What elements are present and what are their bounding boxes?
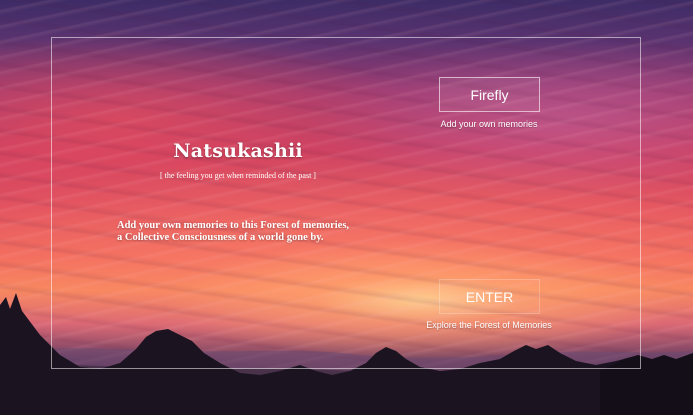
description-line-1: Add your own memories to this Forest of … [117,220,350,231]
page-title: Natsukashii [173,140,303,162]
enter-button[interactable]: ENTER [439,279,540,314]
firefly-caption: Add your own memories [440,119,538,129]
background-sunset-image: Natsukashii [ the feeling you get when r… [0,0,693,415]
page-subtitle: [ the feeling you get when reminded of t… [160,171,316,180]
enter-caption: Explore the Forest of Memories [426,320,552,330]
description-line-2: a Collective Consciousness of a world go… [117,232,324,243]
firefly-button[interactable]: Firefly [439,77,540,112]
intro-description: Add your own memories to this Forest of … [117,220,387,244]
